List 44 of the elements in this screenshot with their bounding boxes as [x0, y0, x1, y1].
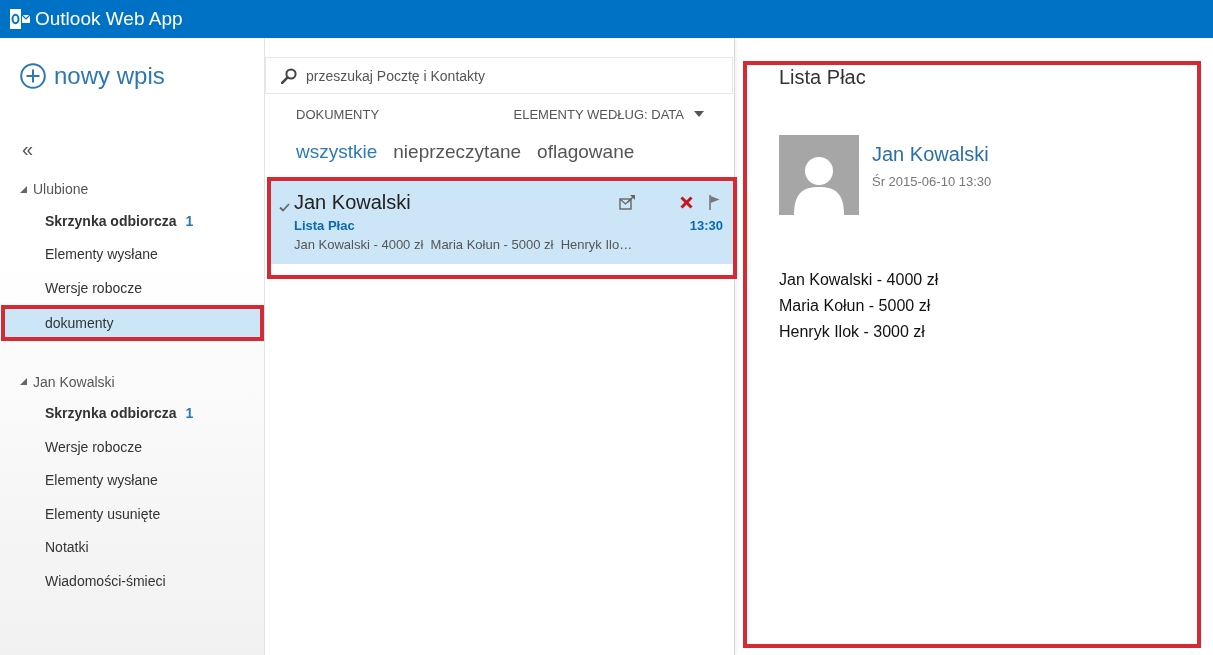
- app-title: Outlook Web App: [35, 8, 183, 30]
- folder-group-header[interactable]: Jan Kowalski: [0, 366, 115, 397]
- flag-icon[interactable]: [709, 194, 720, 210]
- folder-item[interactable]: Wersje robocze: [0, 430, 264, 464]
- group-label: Ulubione: [33, 181, 89, 197]
- folder-item[interactable]: Elementy wysłane: [0, 463, 264, 497]
- message-item[interactable]: Jan Kowalski Lista Płac 13:30 Jan Kowalski - 4000 zł Maria Kołun - 5000 zł Henryk Ilo…: [271, 181, 733, 264]
- folder-group-header[interactable]: Ulubione: [0, 174, 89, 204]
- collapse-button[interactable]: «: [22, 137, 34, 161]
- cross-icon[interactable]: [680, 195, 693, 209]
- message-body-line: Jan Kowalski - 4000 zł: [779, 270, 940, 290]
- reading-sender-name[interactable]: Jan Kowalski: [872, 142, 992, 166]
- filter-tab[interactable]: nieprzeczytane: [393, 141, 522, 163]
- folder-item[interactable]: Wiadomości-śmieci: [0, 564, 264, 598]
- message-body-line: Henryk Ilok - 3000 zł: [779, 322, 926, 342]
- unread-count: 1: [185, 405, 194, 422]
- message-body-line: Maria Kołun - 5000 zł: [779, 296, 932, 316]
- folder-item[interactable]: dokumenty: [5, 308, 260, 337]
- search-icon: [281, 68, 297, 84]
- folder-item[interactable]: Elementy usunięte: [0, 497, 264, 531]
- message-preview: Jan Kowalski - 4000 zł Maria Kołun - 5000 zł Henryk Ilo…: [294, 236, 634, 254]
- folder-item[interactable]: Elementy wysłane: [0, 237, 264, 271]
- sender-name: Jan Kowalski: [294, 190, 412, 214]
- filter-tab[interactable]: oflagowane: [537, 141, 635, 163]
- message-time: 13:30: [689, 217, 723, 233]
- unread-count: 1: [185, 212, 194, 229]
- folder-item[interactable]: Skrzynka odbiorcza 1: [0, 396, 264, 430]
- folder-title: DOKUMENTY: [296, 106, 380, 122]
- folder-item[interactable]: Skrzynka odbiorcza 1: [0, 204, 264, 238]
- avatar-icon: [779, 135, 859, 215]
- group-label: Jan Kowalski: [33, 373, 115, 390]
- reading-subject: Lista Płac: [779, 65, 867, 89]
- new-message-button[interactable]: nowy wpis: [20, 60, 165, 92]
- plus-circle-icon: [20, 63, 46, 89]
- search-field[interactable]: przeszukaj Pocztę i Kontakty: [265, 57, 733, 94]
- folder-item[interactable]: Wersje robocze: [0, 271, 264, 305]
- folder-item[interactable]: Notatki: [0, 530, 264, 564]
- caret-icon: [694, 111, 704, 117]
- envelope-icon[interactable]: [619, 194, 635, 210]
- logo-icon: [10, 9, 30, 29]
- sort-dropdown[interactable]: ELEMENTY WEDŁUG: DATA: [513, 106, 704, 122]
- reading-date: Śr 2015-06-10 13:30: [872, 174, 992, 190]
- filter-tab[interactable]: wszystkie: [296, 141, 378, 163]
- message-subject: Lista Płac: [294, 217, 355, 233]
